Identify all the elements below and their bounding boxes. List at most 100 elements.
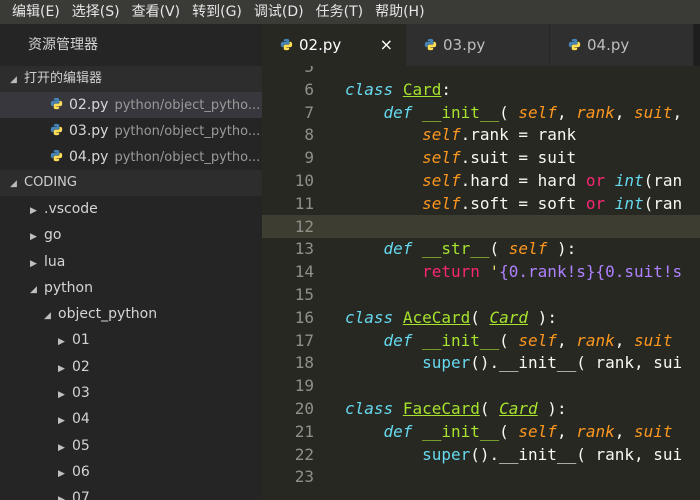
code-token-cls: FaceCard (402, 399, 480, 418)
code-token-self: self (422, 125, 461, 145)
code-line: 17 def __init__( self, rank, suit (262, 329, 700, 352)
caret-down-icon: ◢ (10, 75, 17, 85)
line-number: 11 (294, 193, 314, 213)
code-token-fn: __init__ (422, 421, 500, 441)
tree-folder-03[interactable]: ▶ 03 (0, 380, 262, 406)
code-text: return '{0.rank!s}{0.suit!s (345, 260, 682, 283)
code-text: self.suit = suit (345, 146, 576, 169)
open-editor-item[interactable]: 03.py python/object_pytho... (0, 118, 262, 144)
code-text: class AceCard( Card ): (345, 306, 557, 329)
code-text: def __init__( self, rank, suit (345, 329, 673, 352)
code-line: 7 def __init__( self, rank, suit, (262, 101, 700, 124)
open-editor-path: python/object_pytho... (114, 124, 261, 139)
code-token-plain: , (614, 421, 634, 441)
code-token-kw: class (345, 399, 394, 418)
code-text: super().__init__( rank, sui (345, 443, 682, 466)
code-token-plain: ): (547, 239, 577, 259)
code-token-kw: class (345, 307, 394, 327)
open-editor-name: 04.py (69, 149, 109, 165)
python-file-icon (50, 123, 63, 136)
open-editor-item[interactable]: 04.py python/object_pytho... (0, 144, 262, 170)
menu-item[interactable]: 任务(T) (310, 0, 369, 24)
tree-folder-02[interactable]: ▶ 02 (0, 354, 262, 380)
code-text: self.hard = hard or int(ran (345, 169, 682, 192)
code-line: 10 self.hard = hard or int(ran (262, 169, 700, 192)
workspace-header[interactable]: ◢ CODING (0, 170, 262, 196)
line-number: 13 (294, 239, 314, 259)
line-number: 7 (304, 102, 314, 122)
python-file-icon (424, 38, 437, 51)
caret-down-icon: ◢ (10, 179, 17, 189)
code-token-param: suit (634, 330, 673, 350)
code-text: class Card: (345, 78, 451, 101)
code-token-plain: , (556, 102, 577, 122)
tree-folder-vscode[interactable]: ▶ .vscode (0, 196, 262, 222)
caret-down-icon: ◢ (44, 311, 51, 322)
caret-right-icon: ▶ (58, 390, 65, 401)
tab-04-py[interactable]: 04.py (550, 24, 694, 66)
menu-item[interactable]: 编辑(E) (6, 0, 66, 24)
tab-03-py[interactable]: 03.py (406, 24, 550, 66)
code-line: 5 (262, 66, 700, 78)
tree-folder-05[interactable]: ▶ 05 (0, 433, 262, 459)
explorer-title: 资源管理器 (0, 24, 262, 66)
tree-folder-go[interactable]: ▶ go (0, 222, 262, 248)
file-tree: ▶ .vscode ▶ go ▶ lua ◢ python ◢ object_python ▶ 01 ▶… (0, 196, 262, 500)
tree-folder-lua[interactable]: ▶ lua (0, 249, 262, 275)
tree-folder-objectpython[interactable]: ◢ object_python (0, 301, 262, 327)
menu-item[interactable]: 调试(D) (248, 0, 310, 24)
caret-right-icon: ▶ (58, 487, 72, 500)
close-icon[interactable]: × (380, 24, 393, 66)
code-token-str: ' (489, 262, 500, 282)
tab-02-py[interactable]: 02.py × (262, 24, 406, 66)
open-editor-item[interactable]: 02.py python/object_pytho... (0, 92, 262, 118)
menu-item[interactable]: 选择(S) (66, 0, 126, 24)
code-token-self: self (422, 148, 461, 168)
code-token-plain: ( (499, 102, 519, 122)
tree-folder-04[interactable]: ▶ 04 (0, 406, 262, 432)
code-token-fn: __str__ (422, 239, 490, 259)
code-token-plain: , (672, 102, 683, 122)
code-line: 15 (262, 283, 700, 306)
menu-item[interactable]: 转到(G) (186, 0, 248, 24)
code-token-kw: def (383, 102, 413, 122)
line-number: 19 (294, 376, 314, 396)
open-editors-header[interactable]: ◢ 打开的编辑器 (0, 66, 262, 92)
python-file-icon (568, 38, 581, 51)
tree-item-label: 04 (72, 411, 90, 428)
tree-folder-07[interactable]: ▶07 (0, 485, 262, 500)
code-token-param: suit (634, 102, 673, 122)
code-token-plain: .hard = hard (460, 171, 586, 190)
tree-folder-python[interactable]: ◢ python (0, 275, 262, 301)
code-text: self.rank = rank (345, 123, 576, 146)
menu-item[interactable]: 帮助(H) (369, 0, 430, 24)
code-token-call: super (422, 353, 471, 373)
code-text: class FaceCard( Card ): (345, 397, 567, 420)
code-token-fn: __init__ (422, 102, 500, 122)
menu-item[interactable]: 查看(V) (126, 0, 187, 24)
code-token-self: self (508, 239, 548, 259)
tree-item-label: python (44, 279, 93, 296)
code-line: 13 def __str__( self ): (262, 237, 700, 260)
tree-folder-01[interactable]: ▶ 01 (0, 327, 262, 353)
code-token-plain: (ran (643, 193, 683, 213)
code-token-plain: : (441, 79, 451, 99)
caret-down-icon: ◢ (30, 284, 37, 295)
line-number: 6 (304, 79, 314, 99)
line-number: 15 (294, 285, 314, 304)
code-line: 8 self.rank = rank (262, 123, 700, 146)
caret-right-icon: ▶ (30, 206, 37, 216)
code-token-plain: ): (528, 307, 557, 327)
open-editor-path: python/object_pytho... (114, 98, 261, 113)
code-token-kw: def (383, 239, 413, 259)
code-token-fmt: {0.rank!s}{0.suit!s (499, 262, 683, 282)
code-token-param: rank (576, 330, 615, 350)
tree-folder-06[interactable]: ▶ 06 (0, 459, 262, 485)
python-file-icon (50, 149, 63, 162)
open-editor-path: python/object_pytho... (114, 150, 261, 165)
code-token-plain: ( (470, 307, 490, 327)
code-editor[interactable]: 5 6 class Card: 7 def __init__( self, rank,… (262, 66, 700, 500)
code-token-builtin: int (614, 171, 644, 190)
